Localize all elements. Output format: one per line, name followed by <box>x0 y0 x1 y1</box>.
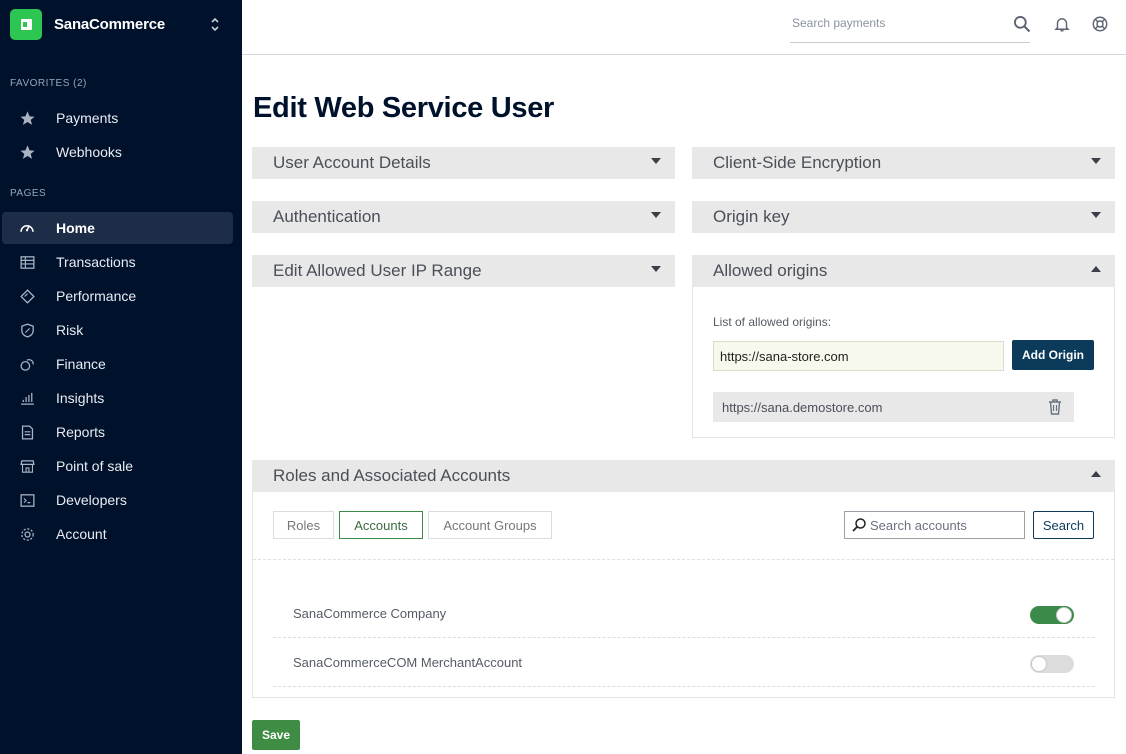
sidebar-item-point-of-sale[interactable]: Point of sale <box>2 450 233 482</box>
sidebar-item-performance[interactable]: Performance <box>2 280 233 312</box>
sidebar: SanaCommerce FAVORITES (2) Payments Webh… <box>0 0 242 754</box>
sidebar-item-label: Risk <box>56 322 84 338</box>
origin-url-input[interactable] <box>713 341 1004 371</box>
panel-client-side-encryption[interactable]: Client-Side Encryption <box>692 147 1115 179</box>
terminal-icon <box>18 491 36 509</box>
account-search-box <box>844 511 1025 539</box>
add-origin-button[interactable]: Add Origin <box>1012 340 1094 370</box>
search-accounts-button[interactable]: Search <box>1033 511 1094 539</box>
allowed-origins-label: List of allowed origins: <box>713 315 832 329</box>
company-name: SanaCommerce <box>54 16 165 33</box>
page-title: Edit Web Service User <box>253 92 555 124</box>
account-name: SanaCommerce Company <box>293 606 447 621</box>
panel-title: Roles and Associated Accounts <box>273 466 511 485</box>
store-icon <box>18 457 36 475</box>
sidebar-item-label: Webhooks <box>56 144 122 160</box>
panel-title: Client-Side Encryption <box>713 153 882 172</box>
search-icon <box>852 518 866 532</box>
caret-up-icon <box>1091 266 1101 272</box>
table-icon <box>18 253 36 271</box>
tab-accounts[interactable]: Accounts <box>339 511 423 539</box>
sidebar-item-label: Reports <box>56 424 106 440</box>
sana-logo-icon <box>10 9 42 40</box>
pages-section-label: PAGES <box>10 188 47 199</box>
chevron-updown-icon <box>211 17 219 32</box>
panel-title: Origin key <box>713 207 790 226</box>
panel-roles-and-accounts[interactable]: Roles and Associated Accounts <box>252 460 1115 492</box>
panel-edit-allowed-ip-range[interactable]: Edit Allowed User IP Range <box>252 255 675 287</box>
sidebar-item-label: Developers <box>56 492 127 508</box>
help-lifebuoy-icon[interactable] <box>1091 15 1109 33</box>
origin-list-item: https://sana.demostore.com <box>713 392 1074 422</box>
sidebar-item-label: Finance <box>56 356 106 372</box>
panel-title: Edit Allowed User IP Range <box>273 261 482 280</box>
panel-allowed-origins[interactable]: Allowed origins <box>692 255 1115 287</box>
payments-search <box>790 12 1030 43</box>
sidebar-item-risk[interactable]: Risk <box>2 314 233 346</box>
sidebar-item-account[interactable]: Account <box>2 518 233 550</box>
caret-down-icon <box>1091 158 1101 164</box>
sidebar-item-payments[interactable]: Payments <box>2 102 233 134</box>
sidebar-item-transactions[interactable]: Transactions <box>2 246 233 278</box>
search-icon[interactable] <box>1012 14 1032 34</box>
panel-user-account-details[interactable]: User Account Details <box>252 147 675 179</box>
sidebar-item-label: Point of sale <box>56 458 134 474</box>
sidebar-item-finance[interactable]: Finance <box>2 348 233 380</box>
sidebar-item-label: Account <box>56 526 107 542</box>
tab-roles[interactable]: Roles <box>273 511 334 539</box>
star-icon <box>18 143 36 161</box>
panel-origin-key[interactable]: Origin key <box>692 201 1115 233</box>
sidebar-item-webhooks[interactable]: Webhooks <box>2 136 233 168</box>
panel-title: Authentication <box>273 207 381 226</box>
divider <box>253 559 1114 560</box>
sidebar-item-label: Payments <box>56 110 119 126</box>
sidebar-item-label: Insights <box>56 390 105 406</box>
top-bar <box>242 0 1126 55</box>
search-accounts-input[interactable] <box>870 518 1020 533</box>
star-icon <box>18 109 36 127</box>
sidebar-item-label: Transactions <box>56 254 136 270</box>
account-row: SanaCommerceCOM MerchantAccount <box>273 639 1095 687</box>
panel-authentication[interactable]: Authentication <box>252 201 675 233</box>
account-name: SanaCommerceCOM MerchantAccount <box>293 655 523 670</box>
bell-icon[interactable] <box>1053 15 1071 33</box>
account-switcher[interactable]: SanaCommerce <box>10 9 232 40</box>
favorites-section-label: FAVORITES (2) <box>10 78 87 89</box>
sidebar-item-developers[interactable]: Developers <box>2 484 233 516</box>
diamond-icon <box>18 287 36 305</box>
tab-account-groups[interactable]: Account Groups <box>428 511 552 539</box>
origin-url: https://sana.demostore.com <box>722 400 883 415</box>
sidebar-item-insights[interactable]: Insights <box>2 382 233 414</box>
account-row: SanaCommerce Company <box>273 590 1095 638</box>
caret-down-icon <box>651 158 661 164</box>
caret-up-icon <box>1091 471 1101 477</box>
panel-title: Allowed origins <box>713 261 828 280</box>
shield-icon <box>18 321 36 339</box>
sidebar-item-home[interactable]: Home <box>2 212 233 244</box>
trash-icon[interactable] <box>1047 398 1063 415</box>
search-payments-input[interactable] <box>792 16 992 30</box>
sidebar-item-reports[interactable]: Reports <box>2 416 233 448</box>
caret-down-icon <box>651 266 661 272</box>
account-enabled-toggle[interactable] <box>1030 606 1074 624</box>
bar-chart-icon <box>18 389 36 407</box>
document-icon <box>18 423 36 441</box>
gauge-icon <box>18 219 36 237</box>
panel-title: User Account Details <box>273 153 431 172</box>
caret-down-icon <box>1091 212 1101 218</box>
sidebar-item-label: Performance <box>56 288 137 304</box>
gear-icon <box>18 525 36 543</box>
coins-icon <box>18 355 36 373</box>
sidebar-item-label: Home <box>56 220 95 236</box>
save-button[interactable]: Save <box>252 720 300 750</box>
caret-down-icon <box>651 212 661 218</box>
account-enabled-toggle[interactable] <box>1030 655 1074 673</box>
